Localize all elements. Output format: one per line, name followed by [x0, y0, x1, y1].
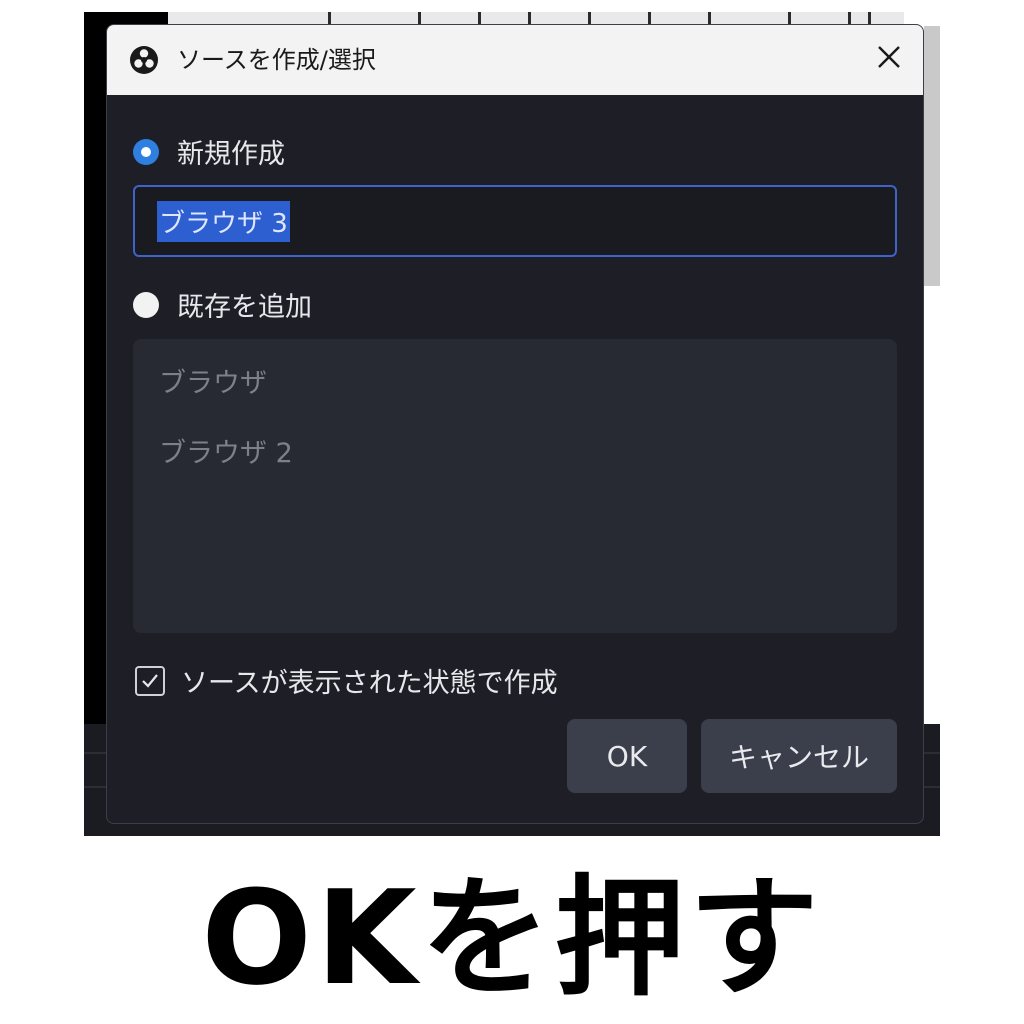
source-name-input[interactable]: ブラウザ 3: [133, 185, 897, 257]
source-name-value: ブラウザ 3: [157, 200, 290, 242]
create-select-source-dialog: ソースを作成/選択 新規作成 ブラウザ 3 既存を追加 ブラウザ ブラウザ 2: [106, 24, 924, 824]
add-existing-option[interactable]: 既存を追加: [133, 285, 312, 324]
create-new-radio[interactable]: [133, 138, 159, 165]
make-source-visible-option[interactable]: ソースが表示された状態で作成: [135, 661, 558, 700]
add-existing-radio[interactable]: [133, 291, 159, 318]
dialog-titlebar: ソースを作成/選択: [107, 25, 923, 95]
make-source-visible-checkbox[interactable]: [135, 665, 165, 696]
cancel-button[interactable]: キャンセル: [701, 719, 897, 793]
obs-logo-icon: [129, 45, 159, 75]
add-existing-label: 既存を追加: [177, 292, 312, 323]
background-scrollbar: [924, 26, 940, 286]
existing-sources-list[interactable]: ブラウザ ブラウザ 2: [133, 339, 897, 633]
list-item[interactable]: ブラウザ: [159, 361, 267, 400]
ok-button[interactable]: OK: [567, 719, 687, 793]
dialog-title: ソースを作成/選択: [177, 46, 376, 74]
create-new-option[interactable]: 新規作成: [133, 132, 285, 171]
checkmark-icon: [142, 673, 158, 688]
close-icon: [876, 44, 902, 74]
make-source-visible-label: ソースが表示された状態で作成: [181, 668, 558, 699]
create-new-label: 新規作成: [177, 139, 285, 170]
instruction-caption: OKを押す: [201, 862, 823, 1014]
list-item[interactable]: ブラウザ 2: [159, 431, 293, 470]
close-button[interactable]: [869, 39, 909, 79]
